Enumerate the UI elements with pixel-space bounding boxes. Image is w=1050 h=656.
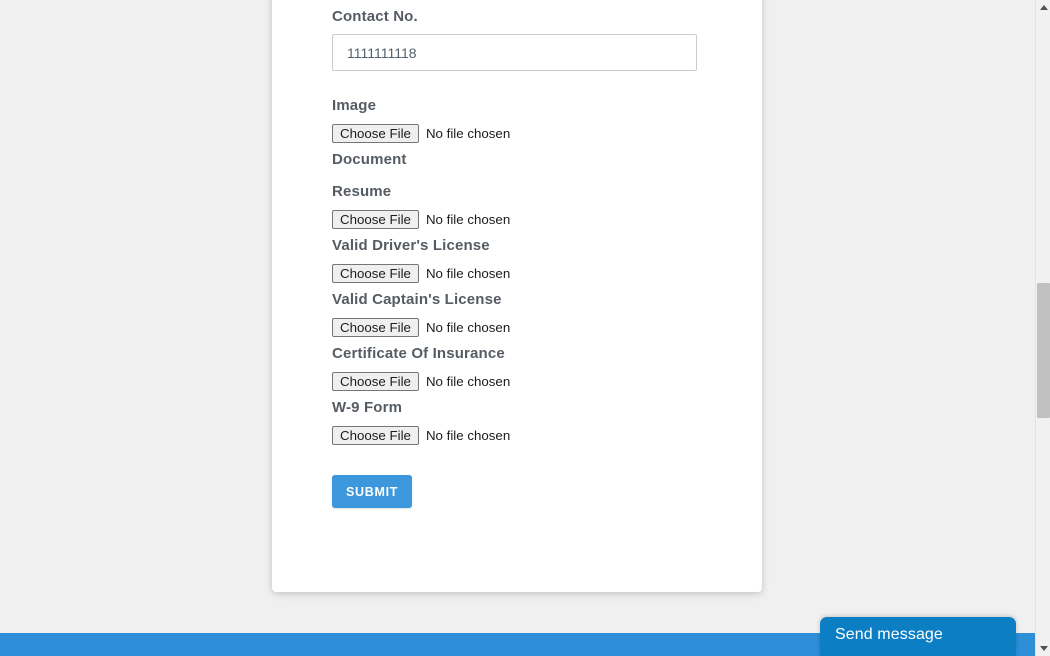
image-file-input[interactable]: Choose File No file chosen: [332, 123, 510, 144]
document-section-label: Document: [332, 151, 407, 168]
vertical-scrollbar[interactable]: [1035, 0, 1050, 656]
choose-file-button[interactable]: Choose File: [332, 124, 419, 143]
submit-row: SUBMIT: [332, 475, 413, 508]
contact-field-group: Contact No.: [332, 8, 697, 71]
choose-file-button[interactable]: Choose File: [332, 318, 419, 337]
file-status-text: No file chosen: [425, 126, 511, 141]
chat-widget-label: Send message: [835, 626, 943, 643]
insurance-certificate-label: Certificate Of Insurance: [332, 345, 505, 362]
file-status-text: No file chosen: [425, 266, 511, 281]
resume-label: Resume: [332, 183, 392, 200]
w9-form-file-input[interactable]: Choose File No file chosen: [332, 425, 510, 446]
image-upload-group: Image Choose File No file chosen: [332, 97, 510, 144]
insurance-certificate-upload-group: Certificate Of Insurance Choose File No …: [332, 345, 510, 392]
choose-file-button[interactable]: Choose File: [332, 264, 419, 283]
resume-upload-group: Resume Choose File No file chosen: [332, 183, 510, 230]
scrollbar-thumb[interactable]: [1037, 283, 1050, 418]
captains-license-file-input[interactable]: Choose File No file chosen: [332, 317, 510, 338]
contact-label: Contact No.: [332, 8, 418, 25]
choose-file-button[interactable]: Choose File: [332, 372, 419, 391]
file-status-text: No file chosen: [425, 374, 511, 389]
contact-input[interactable]: [332, 34, 697, 71]
image-label: Image: [332, 97, 377, 114]
insurance-certificate-file-input[interactable]: Choose File No file chosen: [332, 371, 510, 392]
page-viewport: Contact No. Image Choose File No file ch…: [0, 0, 1035, 656]
registration-form-card: Contact No. Image Choose File No file ch…: [272, 0, 762, 592]
scroll-down-arrow-icon[interactable]: [1036, 641, 1050, 656]
file-status-text: No file chosen: [425, 212, 511, 227]
drivers-license-label: Valid Driver's License: [332, 237, 490, 254]
captains-license-upload-group: Valid Captain's License Choose File No f…: [332, 291, 510, 338]
submit-button[interactable]: SUBMIT: [332, 475, 413, 508]
choose-file-button[interactable]: Choose File: [332, 210, 419, 229]
file-status-text: No file chosen: [425, 320, 511, 335]
scroll-up-arrow-icon[interactable]: [1036, 0, 1050, 15]
chat-widget[interactable]: Send message: [820, 617, 1016, 656]
w9-form-upload-group: W-9 Form Choose File No file chosen: [332, 399, 510, 446]
drivers-license-upload-group: Valid Driver's License Choose File No fi…: [332, 237, 510, 284]
resume-file-input[interactable]: Choose File No file chosen: [332, 209, 510, 230]
choose-file-button[interactable]: Choose File: [332, 426, 419, 445]
captains-license-label: Valid Captain's License: [332, 291, 502, 308]
file-status-text: No file chosen: [425, 428, 511, 443]
drivers-license-file-input[interactable]: Choose File No file chosen: [332, 263, 510, 284]
w9-form-label: W-9 Form: [332, 399, 403, 416]
